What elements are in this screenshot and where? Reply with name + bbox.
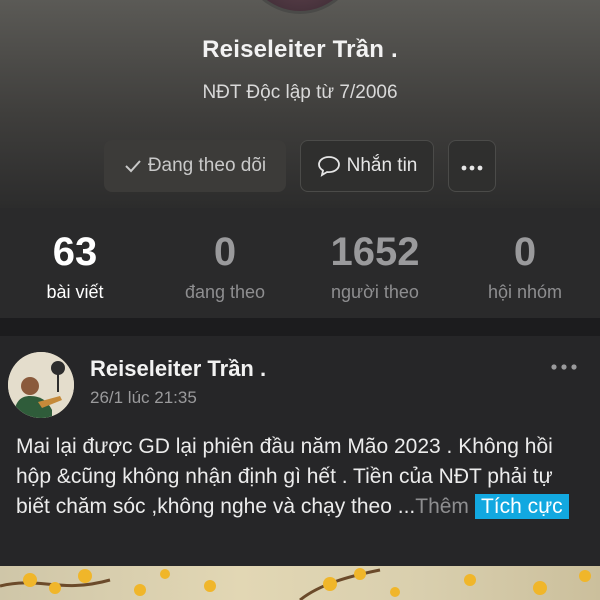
post-more-button[interactable] — [546, 354, 582, 378]
message-button[interactable]: Nhắn tin — [300, 140, 434, 192]
profile-name: Reiseleiter Trần . — [202, 36, 398, 63]
more-dots-icon — [551, 357, 577, 375]
stat-followers-value: 1652 — [330, 230, 420, 274]
section-divider — [0, 318, 600, 336]
profile-stats: 63 bài viết 0 đang theo 1652 người theo … — [0, 208, 600, 318]
checkmark-icon — [124, 159, 142, 173]
stat-posts[interactable]: 63 bài viết — [0, 208, 150, 318]
post-photo[interactable] — [0, 566, 600, 600]
profile-bio: NĐT Độc lập từ 7/2006 — [202, 82, 398, 103]
post-author-name[interactable]: Reiseleiter Trần . — [90, 356, 266, 382]
post-timestamp: 26/1 lúc 21:35 — [90, 388, 197, 407]
chat-bubble-icon — [317, 155, 341, 177]
see-more-link[interactable]: Thêm — [415, 495, 469, 518]
following-label: Đang theo dõi — [147, 155, 267, 176]
profile-avatar[interactable] — [240, 0, 360, 14]
stat-groups[interactable]: 0 hội nhóm — [450, 208, 600, 318]
post-text-content: Mai lại được GD lại phiên đầu năm Mão 20… — [16, 435, 553, 518]
more-options-button[interactable] — [448, 140, 496, 192]
stat-posts-label: bài viết — [46, 282, 104, 302]
stat-following-value: 0 — [213, 230, 237, 274]
more-dots-icon — [461, 155, 483, 177]
stat-groups-label: hội nhóm — [487, 282, 563, 302]
profile-header: Reiseleiter Trần . NĐT Độc lập từ 7/2006… — [0, 0, 600, 208]
stat-followers[interactable]: 1652 người theo — [300, 208, 450, 318]
stat-followers-label: người theo — [331, 282, 419, 302]
stat-posts-value: 63 — [52, 230, 98, 274]
stat-following-label: đang theo — [184, 282, 266, 302]
post-card: Reiseleiter Trần . 26/1 lúc 21:35 Mai lạ… — [0, 336, 600, 566]
message-label: Nhắn tin — [346, 155, 418, 176]
post-author-avatar[interactable] — [8, 352, 74, 418]
stat-following[interactable]: 0 đang theo — [150, 208, 300, 318]
stat-groups-value: 0 — [513, 230, 537, 274]
post-text: Mai lại được GD lại phiên đầu năm Mão 20… — [16, 432, 586, 522]
sentiment-tag[interactable]: Tích cực — [474, 494, 569, 519]
following-button[interactable]: Đang theo dõi — [104, 140, 286, 192]
